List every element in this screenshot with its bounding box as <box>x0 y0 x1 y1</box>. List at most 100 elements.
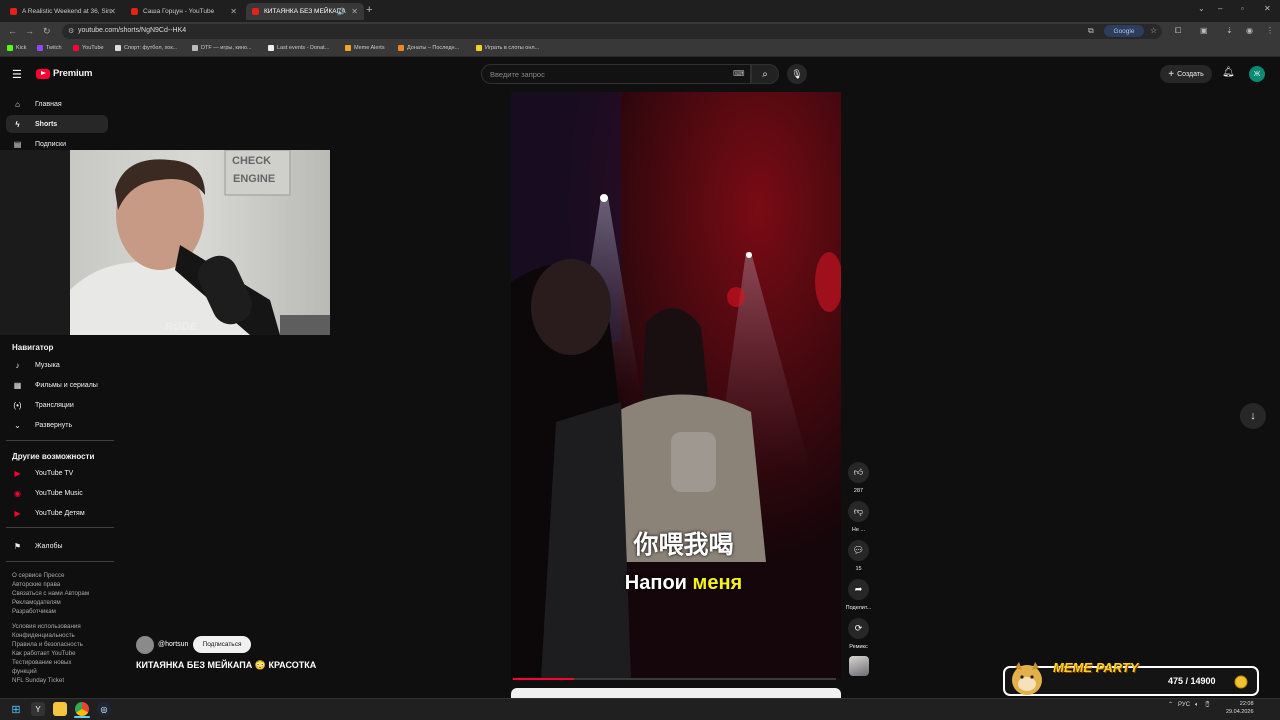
sidebar-item-movies[interactable]: ▦ Фильмы и сериалы <box>6 376 108 394</box>
close-tab-icon[interactable]: ✕ <box>351 7 358 16</box>
dislike-button[interactable]: 👎︎ <box>848 501 869 522</box>
tab-title: A Realistic Weekend at 36, Sin <box>22 8 111 15</box>
sidebar-item-reports[interactable]: ⚑ Жалобы <box>6 537 108 555</box>
windows-start-icon[interactable]: ⊞ <box>9 702 23 716</box>
install-app-icon[interactable]: ⧉ <box>1088 26 1094 36</box>
thumbs-down-icon: 👎︎ <box>853 506 864 516</box>
footer-links[interactable]: О сервисе Прессе Авторские права Связаться… <box>12 571 89 616</box>
file-explorer-icon[interactable] <box>53 702 67 716</box>
site-icon <box>115 45 121 51</box>
next-short-button[interactable]: ↓ <box>1240 403 1266 429</box>
sidebar-item-youtube-music[interactable]: ◉ YouTube Music <box>6 484 108 502</box>
search-button[interactable]: ⌕ <box>751 64 779 84</box>
webcam-overlay: CHECK ENGINE RØDE <box>0 150 330 335</box>
forward-icon[interactable]: → <box>25 26 34 36</box>
footer-policy-links[interactable]: Условия использования Конфиденциальность П… <box>12 622 83 685</box>
google-lens-chip[interactable]: Google <box>1104 25 1144 37</box>
close-window-button[interactable]: ✕ <box>1264 4 1271 13</box>
youtube-favicon-icon <box>10 8 17 15</box>
shorts-icon: ϟ <box>15 119 20 129</box>
sidebar-item-music[interactable]: ♪ Музыка <box>6 356 108 374</box>
site-icon <box>192 45 198 51</box>
close-tab-icon[interactable]: ✕ <box>230 7 237 16</box>
share-button[interactable]: ➦ <box>848 579 869 600</box>
meme-party-title: MEME PARTY <box>1053 660 1139 675</box>
menu-kebab-icon[interactable]: ⋮ <box>1266 26 1274 35</box>
sidebar-item-youtube-tv[interactable]: ▶ YouTube TV <box>6 464 108 482</box>
share-arrow-icon: ➦ <box>854 584 863 594</box>
bookmark-donations[interactable]: Донаты – Последн... <box>398 45 459 51</box>
video-subtitle-chinese: 你喂我喝 <box>633 530 734 559</box>
download-icon[interactable]: ⇣ <box>1226 26 1233 35</box>
youtube-music-icon: ◉ <box>14 488 21 498</box>
audio-playing-icon[interactable]: 🔊 <box>337 8 346 16</box>
youtube-premium-logo[interactable]: Premium <box>36 68 92 79</box>
meme-party-progress: 475 / 14900 <box>1168 676 1216 686</box>
new-tab-button[interactable]: + <box>366 4 372 16</box>
subscriptions-icon: ▤ <box>13 139 22 149</box>
bookmark-star-icon[interactable]: ☆ <box>1150 26 1157 35</box>
remix-label: Ремикс <box>849 644 868 650</box>
minimize-button[interactable]: – <box>1218 4 1222 13</box>
bookmark-slots[interactable]: Играть в слоты онл... <box>476 45 539 51</box>
taskbar-clock[interactable]: 22:08 29.04.2026 <box>1226 700 1254 716</box>
browser-tab-active[interactable]: КИТАЯНКА БЕЗ МЕЙКАПА 🔊 ✕ <box>246 3 364 20</box>
sidebar-item-expand[interactable]: ⌄ Развернуть <box>6 416 108 434</box>
keyboard-icon[interactable]: ⌨ <box>733 69 745 78</box>
rode-mic-logo: RØDE <box>165 321 197 333</box>
webcam-streamer-image: CHECK ENGINE RØDE <box>0 150 330 335</box>
thumbs-up-icon: 👍︎ <box>853 467 864 477</box>
voice-search-button[interactable]: 🎙 <box>787 64 807 84</box>
search-input[interactable]: Введите запрос <box>481 64 751 84</box>
sound-thumbnail[interactable] <box>849 656 869 676</box>
remix-button[interactable]: ⟳ <box>848 618 869 639</box>
site-info-icon[interactable]: ⚙ <box>68 27 74 35</box>
reload-icon[interactable]: ↻ <box>43 26 51 37</box>
music-note-icon: ♪ <box>15 360 20 370</box>
bookmark-sport[interactable]: Спорт: футбол, хок... <box>115 45 177 51</box>
bookmark-meme-alerts[interactable]: Meme Alerts <box>345 45 385 51</box>
site-icon <box>398 45 404 51</box>
account-avatar[interactable]: Ж <box>1249 66 1265 82</box>
sidebar-item-home[interactable]: ⌂ Главная <box>6 95 108 113</box>
create-button[interactable]: + Создать <box>1160 65 1212 83</box>
like-button[interactable]: 👍︎ <box>848 462 869 483</box>
extensions-icon[interactable]: ⧠ <box>1175 26 1181 36</box>
back-icon[interactable]: ← <box>8 26 17 36</box>
bookmark-dtf[interactable]: DTF — игры, кино... <box>192 45 252 51</box>
profile-icon[interactable]: ◉ <box>1246 26 1253 35</box>
maximize-button[interactable]: ▫ <box>1241 4 1244 13</box>
menu-hamburger-icon[interactable]: ☰ <box>12 68 22 81</box>
bookmark-kick[interactable]: Kick <box>7 45 26 51</box>
sidebar-item-live[interactable]: (•) Трансляции <box>6 396 108 414</box>
browser-tab-2[interactable]: Саша Горцун - YouTube ✕ <box>125 3 243 20</box>
yandex-browser-icon[interactable]: Y <box>31 702 45 716</box>
google-label: Google <box>1113 27 1135 35</box>
sidebar-item-youtube-kids[interactable]: ▶ YouTube Детям <box>6 504 108 522</box>
bookmark-youtube[interactable]: YouTube <box>73 45 104 51</box>
steam-icon[interactable]: ◎ <box>97 702 111 716</box>
tab-search-icon[interactable]: ⌄ <box>1198 4 1205 13</box>
next-short-preview[interactable] <box>511 688 841 698</box>
browser-tab-1[interactable]: A Realistic Weekend at 36, Sin ✕ <box>4 3 122 20</box>
channel-avatar[interactable] <box>136 636 154 654</box>
address-bar[interactable] <box>62 24 1162 39</box>
comments-button[interactable]: 💬︎ <box>848 540 869 561</box>
mic-icon: 🎙 <box>791 68 803 79</box>
chrome-icon[interactable] <box>75 702 89 716</box>
subscribe-button[interactable]: Подписаться <box>193 636 251 653</box>
system-tray[interactable]: ⌃ РУС 🔈︎ 🔋︎ <box>1168 701 1211 709</box>
url-text[interactable]: youtube.com/shorts/NgN9Cd--HK4 <box>78 27 186 34</box>
sidebar-item-shorts[interactable]: ϟ Shorts <box>6 115 108 133</box>
bookmark-twitch[interactable]: Twitch <box>37 45 62 51</box>
close-tab-icon[interactable]: ✕ <box>109 7 116 16</box>
youtube-favicon-icon <box>252 8 259 15</box>
sidepanel-icon[interactable]: ▣ <box>1200 26 1208 35</box>
youtube-play-icon <box>36 68 50 79</box>
comment-icon: 💬︎ <box>852 545 865 555</box>
bookmark-donat[interactable]: Last events - Donat... <box>268 45 329 51</box>
notifications-bell-icon[interactable]: 🔔︎ <box>1222 67 1235 78</box>
youtube-tv-icon: ▶ <box>14 468 21 478</box>
channel-name[interactable]: @hortsun <box>158 641 188 648</box>
chevron-down-icon: ⌄ <box>14 420 21 430</box>
